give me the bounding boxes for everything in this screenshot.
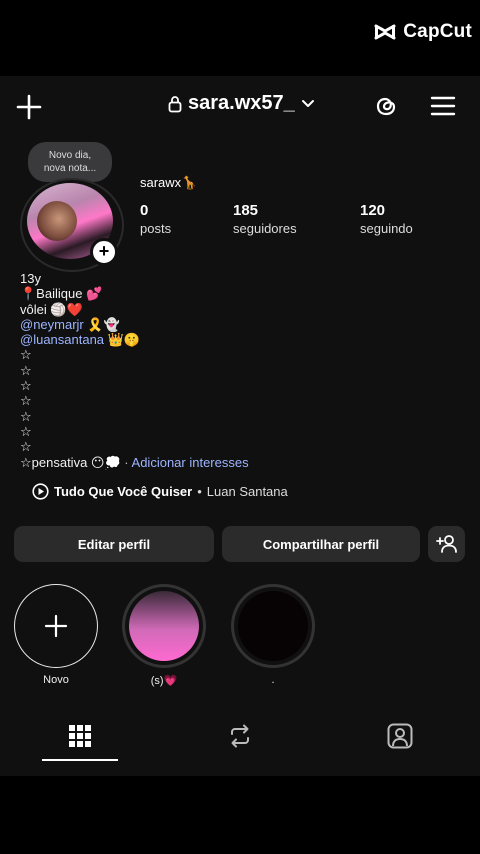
capcut-watermark: CapCut bbox=[373, 20, 472, 44]
bio-mention-line: @luansantana 👑🤫 bbox=[20, 332, 249, 347]
bio-star: ☆ bbox=[20, 347, 32, 363]
mention-luansantana[interactable]: @luansantana bbox=[20, 332, 104, 347]
active-tab-indicator bbox=[42, 759, 118, 761]
stat-following[interactable]: 120 seguindo bbox=[360, 202, 413, 236]
bio-line: 13y bbox=[20, 271, 41, 286]
highlight-s[interactable]: (s)💗 bbox=[120, 584, 208, 687]
discover-people-button[interactable] bbox=[428, 526, 465, 562]
bio-line: vôlei 🏐❤️ bbox=[20, 301, 83, 317]
plus-icon bbox=[16, 94, 42, 120]
bio-star: ☆ bbox=[20, 393, 32, 409]
username: sara.wx57_ bbox=[188, 92, 295, 114]
capcut-logo-icon bbox=[374, 24, 396, 40]
mention-emoji: 🎗️👻 bbox=[83, 316, 120, 332]
display-name: sarawx🦒 bbox=[140, 175, 198, 190]
add-story-button[interactable]: + bbox=[90, 238, 118, 266]
lock-icon bbox=[168, 95, 182, 112]
avatar-photo bbox=[37, 201, 77, 241]
profile-header: sara.wx57_ bbox=[0, 88, 480, 124]
stat-posts-label: posts bbox=[140, 221, 172, 236]
mention-emoji: 👑🤫 bbox=[104, 332, 141, 348]
bio-star: ☆ bbox=[20, 378, 32, 394]
separator-dot: · bbox=[124, 454, 129, 470]
stat-posts[interactable]: 0 posts bbox=[140, 202, 171, 236]
menu-button[interactable] bbox=[428, 91, 458, 121]
music-artist: Luan Santana bbox=[206, 484, 288, 499]
plus-icon bbox=[44, 614, 68, 638]
highlight-new[interactable]: Novo bbox=[12, 584, 100, 686]
bio: 13y 📍Bailique 💕 vôlei 🏐❤️ @neymarjr 🎗️👻 … bbox=[20, 271, 249, 470]
tab-grid[interactable] bbox=[64, 720, 96, 752]
profile-tabs bbox=[0, 714, 480, 761]
note-line-1: Novo dia, bbox=[48, 150, 92, 161]
bio-pensativa: ☆pensativa 😶💭 bbox=[20, 454, 121, 470]
threads-icon bbox=[376, 97, 396, 116]
tab-reposts[interactable] bbox=[224, 720, 256, 752]
bio-star: ☆ bbox=[20, 362, 32, 378]
stat-following-value: 120 bbox=[360, 202, 386, 219]
bio-line: 📍Bailique 💕 bbox=[20, 286, 103, 302]
profile-music[interactable]: Tudo Que Você Quiser • Luan Santana bbox=[32, 483, 288, 500]
create-button[interactable] bbox=[14, 92, 44, 122]
stat-followers-label: seguidores bbox=[233, 221, 297, 236]
highlight-dot[interactable]: . bbox=[229, 584, 317, 686]
edit-profile-button[interactable]: Editar perfil bbox=[14, 526, 214, 562]
bio-star: ☆ bbox=[20, 439, 32, 455]
music-separator: • bbox=[197, 484, 202, 499]
watermark-text: CapCut bbox=[403, 21, 472, 42]
bio-star: ☆ bbox=[20, 408, 32, 424]
highlight-dot-cover bbox=[238, 591, 308, 661]
highlight-label: Novo bbox=[43, 674, 69, 686]
reels-icon bbox=[231, 724, 249, 748]
tab-tagged[interactable] bbox=[384, 720, 416, 752]
grid-icon bbox=[69, 725, 91, 747]
add-person-icon bbox=[435, 535, 457, 553]
stat-followers[interactable]: 185 seguidores bbox=[233, 202, 297, 236]
tagged-icon bbox=[387, 723, 413, 749]
note-bubble[interactable]: Novo dia, nova nota... bbox=[28, 142, 112, 182]
highlight-s-cover bbox=[129, 591, 199, 661]
music-song: Tudo Que Você Quiser bbox=[54, 484, 193, 499]
bio-mention-line: @neymarjr 🎗️👻 bbox=[20, 317, 249, 332]
mention-neymarjr[interactable]: @neymarjr bbox=[20, 317, 84, 332]
stat-followers-value: 185 bbox=[233, 202, 259, 219]
highlight-label: . bbox=[271, 674, 275, 686]
stat-posts-value: 0 bbox=[140, 202, 149, 219]
highlight-new-circle bbox=[14, 584, 98, 668]
chevron-down-icon bbox=[301, 99, 314, 107]
account-switcher[interactable]: sara.wx57_ bbox=[168, 92, 315, 115]
highlight-dot-circle bbox=[231, 584, 315, 668]
add-interests-link[interactable]: Adicionar interesses bbox=[132, 455, 249, 470]
stat-following-label: seguindo bbox=[360, 221, 413, 236]
share-profile-button[interactable]: Compartilhar perfil bbox=[222, 526, 420, 562]
play-circle-icon bbox=[32, 483, 49, 500]
highlight-s-circle bbox=[122, 584, 206, 668]
threads-button[interactable] bbox=[370, 90, 402, 122]
bio-last-line: ☆pensativa 😶💭 · Adicionar interesses bbox=[20, 455, 249, 470]
bio-star: ☆ bbox=[20, 423, 32, 439]
hamburger-menu-icon bbox=[430, 96, 456, 116]
note-line-2: nova nota... bbox=[43, 163, 97, 174]
highlight-label: (s)💗 bbox=[150, 675, 178, 687]
